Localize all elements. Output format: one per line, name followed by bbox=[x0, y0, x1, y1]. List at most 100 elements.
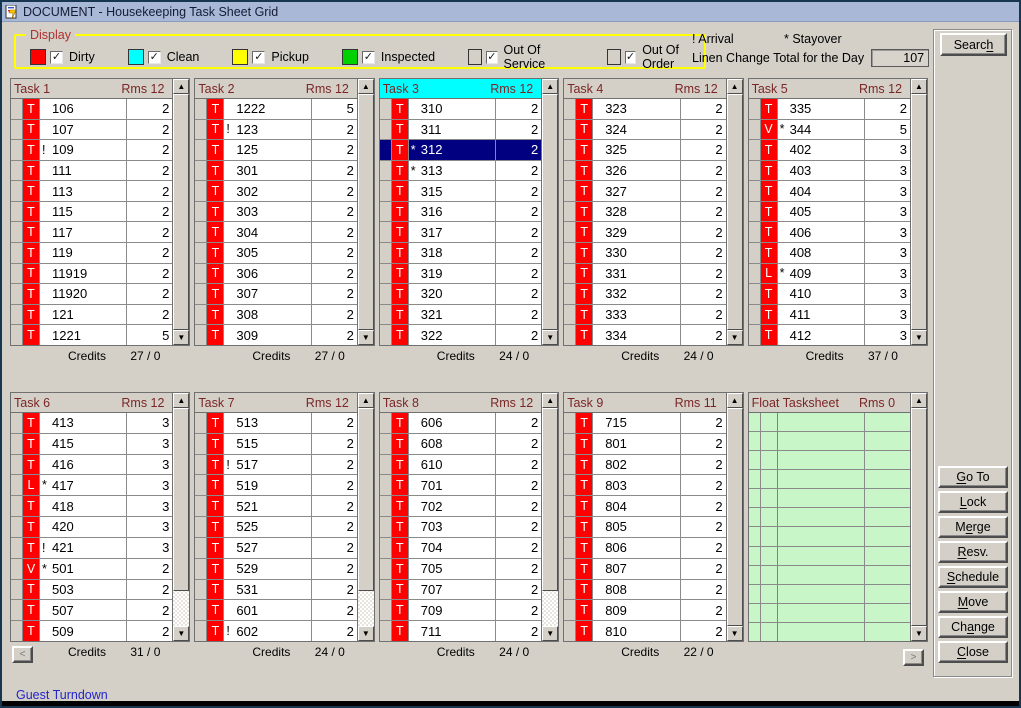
room-row[interactable]: T5212 bbox=[195, 496, 356, 517]
tasksheet-header[interactable]: Task 7Rms 12 bbox=[195, 393, 356, 413]
room-row[interactable]: T7032 bbox=[380, 517, 541, 538]
room-row[interactable]: T3222 bbox=[380, 325, 541, 345]
room-row[interactable]: T3342 bbox=[564, 325, 725, 345]
tasksheet-header[interactable]: Task 8Rms 12 bbox=[380, 393, 541, 413]
room-row[interactable]: T5032 bbox=[11, 580, 172, 601]
room-row[interactable]: T4163 bbox=[11, 455, 172, 476]
room-row[interactable]: T5272 bbox=[195, 538, 356, 559]
scroll-down-button[interactable]: ▼ bbox=[358, 626, 374, 641]
room-row[interactable]: T8072 bbox=[564, 559, 725, 580]
room-row[interactable] bbox=[749, 451, 910, 470]
scroll-up-button[interactable]: ▲ bbox=[911, 393, 927, 408]
room-row[interactable]: T5092 bbox=[11, 621, 172, 641]
clean-checkbox[interactable]: ✓ bbox=[148, 51, 161, 64]
room-row[interactable]: T4183 bbox=[11, 496, 172, 517]
room-row[interactable] bbox=[749, 566, 910, 585]
room-row[interactable]: T3072 bbox=[195, 284, 356, 305]
room-row[interactable]: T1112 bbox=[11, 161, 172, 182]
room-row[interactable]: T4083 bbox=[749, 243, 910, 264]
room-row[interactable]: T3152 bbox=[380, 181, 541, 202]
tasksheet-header[interactable]: Float TasksheetRms 0 bbox=[749, 393, 910, 413]
room-row[interactable]: T3242 bbox=[564, 120, 725, 141]
room-row[interactable]: T3042 bbox=[195, 222, 356, 243]
close-button[interactable]: Close bbox=[938, 641, 1008, 663]
room-row[interactable]: T3282 bbox=[564, 202, 725, 223]
room-row[interactable]: T3162 bbox=[380, 202, 541, 223]
room-row[interactable]: T1062 bbox=[11, 99, 172, 120]
scroll-track[interactable] bbox=[358, 94, 374, 330]
scroll-thumb[interactable] bbox=[727, 408, 743, 626]
tasksheet-header[interactable]: Task 9Rms 11 bbox=[564, 393, 725, 413]
move-button[interactable]: Move bbox=[938, 591, 1008, 613]
room-row[interactable]: T5292 bbox=[195, 559, 356, 580]
room-row[interactable]: T3082 bbox=[195, 305, 356, 326]
dirty-checkbox[interactable]: ✓ bbox=[50, 51, 63, 64]
scroll-track[interactable] bbox=[358, 408, 374, 626]
scroll-thumb[interactable] bbox=[542, 94, 558, 330]
room-row[interactable]: T7152 bbox=[564, 413, 725, 434]
room-row[interactable] bbox=[749, 623, 910, 641]
room-row[interactable]: T4103 bbox=[749, 284, 910, 305]
scroll-thumb[interactable] bbox=[358, 94, 374, 330]
scroll-track[interactable] bbox=[542, 408, 558, 626]
inspected-checkbox[interactable]: ✓ bbox=[362, 51, 375, 64]
search-button[interactable]: Search bbox=[940, 33, 1007, 56]
room-row[interactable]: T3092 bbox=[195, 325, 356, 345]
room-row[interactable]: T8092 bbox=[564, 600, 725, 621]
room-row[interactable]: L*4173 bbox=[11, 475, 172, 496]
scroll-track[interactable] bbox=[173, 408, 189, 626]
next-page-button[interactable]: > bbox=[903, 649, 924, 666]
room-row[interactable]: T3192 bbox=[380, 264, 541, 285]
room-row[interactable]: T119202 bbox=[11, 284, 172, 305]
room-row[interactable]: T3182 bbox=[380, 243, 541, 264]
change-button[interactable]: Change bbox=[938, 616, 1008, 638]
lock-button[interactable]: Lock bbox=[938, 491, 1008, 513]
room-row[interactable]: T12225 bbox=[195, 99, 356, 120]
scroll-down-button[interactable]: ▼ bbox=[542, 330, 558, 345]
room-row[interactable] bbox=[749, 604, 910, 623]
room-row[interactable]: T7012 bbox=[380, 475, 541, 496]
scroll-up-button[interactable]: ▲ bbox=[911, 79, 927, 94]
room-row[interactable]: T3032 bbox=[195, 202, 356, 223]
room-row[interactable]: T7052 bbox=[380, 559, 541, 580]
room-row[interactable]: T119192 bbox=[11, 264, 172, 285]
room-row[interactable]: T3112 bbox=[380, 120, 541, 141]
scroll-down-button[interactable]: ▼ bbox=[542, 626, 558, 641]
scroll-up-button[interactable]: ▲ bbox=[727, 79, 743, 94]
room-row[interactable]: T5192 bbox=[195, 475, 356, 496]
room-row[interactable]: T1072 bbox=[11, 120, 172, 141]
room-row[interactable]: T*3132 bbox=[380, 161, 541, 182]
room-row[interactable]: T4023 bbox=[749, 140, 910, 161]
room-row[interactable]: T3052 bbox=[195, 243, 356, 264]
room-row[interactable]: T4063 bbox=[749, 222, 910, 243]
room-row[interactable]: T!1232 bbox=[195, 120, 356, 141]
merge-button[interactable]: Merge bbox=[938, 516, 1008, 538]
tasksheet-header[interactable]: Task 1Rms 12 bbox=[11, 79, 172, 99]
room-row[interactable] bbox=[749, 489, 910, 508]
scroll-up-button[interactable]: ▲ bbox=[173, 393, 189, 408]
scroll-thumb[interactable] bbox=[727, 94, 743, 330]
scrollbar[interactable]: ▲▼ bbox=[541, 393, 558, 641]
room-row[interactable]: T8102 bbox=[564, 621, 725, 641]
tasksheet-header[interactable]: Task 2Rms 12 bbox=[195, 79, 356, 99]
room-row[interactable]: T1132 bbox=[11, 181, 172, 202]
room-row[interactable]: T3352 bbox=[749, 99, 910, 120]
tasksheet-header[interactable]: Task 6Rms 12 bbox=[11, 393, 172, 413]
scroll-down-button[interactable]: ▼ bbox=[727, 330, 743, 345]
room-row[interactable]: T4053 bbox=[749, 202, 910, 223]
scroll-up-button[interactable]: ▲ bbox=[542, 79, 558, 94]
room-row[interactable]: T5152 bbox=[195, 434, 356, 455]
room-row[interactable]: T6062 bbox=[380, 413, 541, 434]
room-row[interactable]: T5252 bbox=[195, 517, 356, 538]
room-row[interactable] bbox=[749, 413, 910, 432]
room-row[interactable]: T!4213 bbox=[11, 538, 172, 559]
room-row[interactable]: T6082 bbox=[380, 434, 541, 455]
room-row[interactable]: T3172 bbox=[380, 222, 541, 243]
room-row[interactable]: T1212 bbox=[11, 305, 172, 326]
room-row[interactable]: V*5012 bbox=[11, 559, 172, 580]
room-row[interactable]: T*3122 bbox=[380, 140, 541, 161]
room-row[interactable]: T!6022 bbox=[195, 621, 356, 641]
room-row[interactable]: T3212 bbox=[380, 305, 541, 326]
room-row[interactable]: T3292 bbox=[564, 222, 725, 243]
room-row[interactable]: T3262 bbox=[564, 161, 725, 182]
